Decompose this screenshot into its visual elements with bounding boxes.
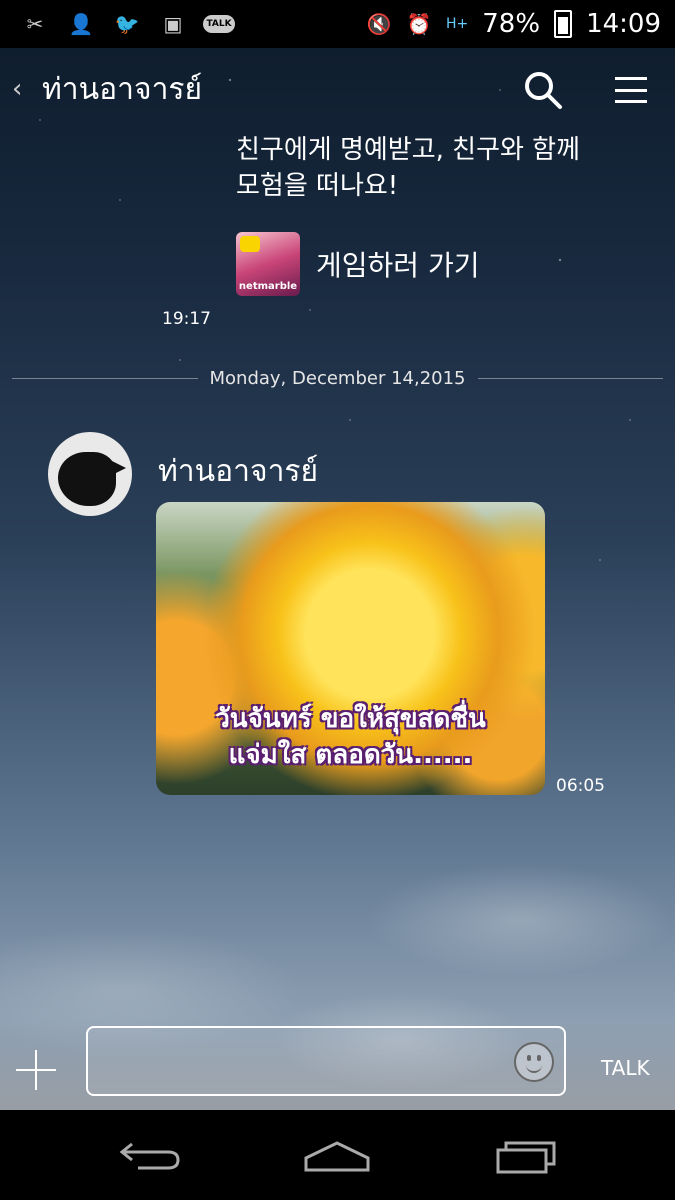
photo-caption: วันจันทร์ ขอให้สุขสดชื่น แจ่มใส ตลอดวัน.… xyxy=(215,704,486,770)
nav-back-icon[interactable] xyxy=(118,1140,182,1170)
message-timestamp: 19:17 xyxy=(162,309,211,329)
game-text-line: 친구에게 명예받고, 친구와 함께 xyxy=(236,135,581,165)
nav-recent-apps-icon[interactable] xyxy=(494,1138,558,1174)
clock: 14:09 xyxy=(586,9,661,39)
navigation-bar xyxy=(0,1110,675,1200)
twitter-icon: 🐦 xyxy=(114,12,140,36)
chat-title: ท่านอาจารย์ xyxy=(42,71,203,107)
crow-icon xyxy=(58,452,116,506)
tools-icon: ✂ xyxy=(26,12,44,36)
message-timestamp: 06:05 xyxy=(556,776,605,796)
battery-icon xyxy=(554,10,573,38)
menu-icon[interactable] xyxy=(615,77,647,103)
date-label: Monday, December 14,2015 xyxy=(209,367,466,389)
game-app-icon[interactable]: netmarble xyxy=(236,232,300,296)
emoji-icon[interactable] xyxy=(514,1042,554,1082)
game-link-row[interactable]: netmarble 게임하러 가기 xyxy=(236,232,479,296)
image-icon: ▣ xyxy=(163,12,183,36)
game-link-label[interactable]: 게임하러 가기 xyxy=(316,244,479,284)
alarm-icon: ⏰ xyxy=(406,12,432,36)
battery-percent: 78% xyxy=(482,9,541,39)
talk-icon: TALK xyxy=(203,11,235,37)
add-contact-icon: 👤 xyxy=(68,12,94,36)
search-icon[interactable] xyxy=(523,70,563,110)
date-divider: Monday, December 14,2015 xyxy=(12,366,663,390)
game-invite-text: 친구에게 명예받고, 친구와 함께 모험을 떠나요! xyxy=(236,132,580,204)
network-indicator: H+ xyxy=(446,16,469,32)
avatar[interactable] xyxy=(48,432,132,516)
message-input[interactable] xyxy=(100,1038,504,1084)
message-input-box[interactable] xyxy=(86,1026,566,1096)
mute-icon: 🔇 xyxy=(366,12,392,36)
nav-home-icon[interactable] xyxy=(302,1140,372,1174)
back-button[interactable]: ‹ xyxy=(12,74,34,104)
photo-message[interactable]: วันจันทร์ ขอให้สุขสดชื่น แจ่มใส ตลอดวัน.… xyxy=(156,502,545,795)
status-bar: ✂ 👤 🐦 ▣ TALK 🔇 ⏰ H+ 78% 14:09 xyxy=(0,0,675,48)
kakao-badge-icon xyxy=(240,236,260,252)
send-button[interactable]: TALK xyxy=(601,1056,650,1080)
chat-header: ‹ ท่านอาจารย์ xyxy=(0,48,675,130)
game-text-line: 모험을 떠나요! xyxy=(236,171,399,201)
add-attachment-icon[interactable] xyxy=(16,1050,56,1090)
sender-name: ท่านอาจารย์ xyxy=(158,454,319,489)
